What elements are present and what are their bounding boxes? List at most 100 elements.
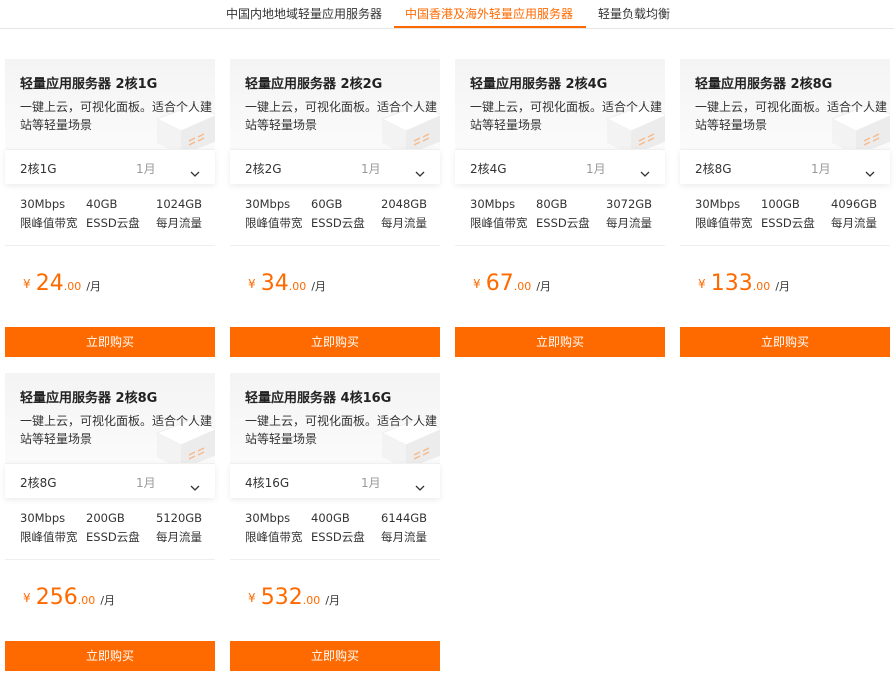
price-unit: /月 — [311, 280, 327, 293]
buy-now-button[interactable]: 立即购买 — [5, 641, 215, 671]
disk-value: 60GB — [311, 197, 343, 211]
price-integer: 532 — [260, 585, 303, 610]
selected-period: 1月 — [811, 162, 831, 176]
spec-traffic: 1024GB 每月流量 — [156, 195, 202, 233]
bandwidth-value: 30Mbps — [20, 197, 66, 211]
tab-mainland[interactable]: 中国内地地域轻量应用服务器 — [226, 5, 382, 22]
product-card: 轻量应用服务器 4核16G 一键上云，可视化面板。适合个人建站等轻量场景 4核16G… — [230, 373, 440, 673]
buy-now-button[interactable]: 立即购买 — [5, 327, 215, 357]
price: ¥ 34.00 /月 — [248, 271, 326, 296]
currency-symbol: ¥ — [23, 277, 31, 291]
card-header: 轻量应用服务器 2核8G 一键上云，可视化面板。适合个人建站等轻量场景 — [5, 373, 215, 463]
product-tabs: 中国内地地域轻量应用服务器 中国香港及海外轻量应用服务器 轻量负载均衡 — [0, 0, 894, 29]
disk-label: ESSD云盘 — [761, 216, 815, 230]
spec-disk: 60GB ESSD云盘 — [311, 195, 365, 233]
selected-spec: 4核16G — [245, 476, 290, 490]
spec-period-select[interactable]: 2核2G 1月 — [230, 149, 440, 184]
bandwidth-label: 限峰值带宽 — [470, 216, 528, 230]
spec-bandwidth: 30Mbps 限峰值带宽 — [20, 509, 78, 547]
spec-period-select[interactable]: 2核8G 1月 — [5, 463, 215, 498]
chevron-down-icon[interactable] — [190, 477, 200, 491]
tab-load-balancer[interactable]: 轻量负载均衡 — [598, 5, 670, 22]
divider — [230, 559, 440, 560]
card-description: 一键上云，可视化面板。适合个人建站等轻量场景 — [245, 100, 438, 132]
currency-symbol: ¥ — [248, 277, 256, 291]
card-header: 轻量应用服务器 2核2G 一键上云，可视化面板。适合个人建站等轻量场景 — [230, 59, 440, 149]
tab-hongkong-overseas[interactable]: 中国香港及海外轻量应用服务器 — [405, 5, 573, 22]
buy-now-button[interactable]: 立即购买 — [230, 327, 440, 357]
chevron-down-icon[interactable] — [190, 163, 200, 177]
card-description: 一键上云，可视化面板。适合个人建站等轻量场景 — [695, 100, 888, 132]
bandwidth-label: 限峰值带宽 — [245, 530, 303, 544]
bandwidth-value: 30Mbps — [470, 197, 516, 211]
divider — [230, 245, 440, 246]
traffic-label: 每月流量 — [381, 530, 427, 544]
currency-symbol: ¥ — [698, 277, 706, 291]
price: ¥ 256.00 /月 — [23, 585, 115, 610]
buy-now-button[interactable]: 立即购买 — [680, 327, 890, 357]
price-unit: /月 — [86, 280, 102, 293]
traffic-label: 每月流量 — [381, 216, 427, 230]
card-title: 轻量应用服务器 2核4G — [470, 77, 608, 92]
buy-now-button[interactable]: 立即购买 — [455, 327, 665, 357]
spec-disk: 200GB ESSD云盘 — [86, 509, 140, 547]
selected-period: 1月 — [361, 162, 381, 176]
traffic-value: 3072GB — [606, 197, 653, 211]
price-decimal: .00 — [63, 280, 82, 293]
spec-period-select[interactable]: 4核16G 1月 — [230, 463, 440, 498]
price: ¥ 133.00 /月 — [698, 271, 790, 296]
selected-spec: 2核4G — [470, 162, 507, 176]
divider — [455, 245, 665, 246]
spec-period-select[interactable]: 2核4G 1月 — [455, 149, 665, 184]
spec-period-select[interactable]: 2核8G 1月 — [680, 149, 890, 184]
spec-bandwidth: 30Mbps 限峰值带宽 — [470, 195, 528, 233]
selected-spec: 2核1G — [20, 162, 57, 176]
traffic-value: 1024GB — [156, 197, 203, 211]
price-decimal: .00 — [513, 280, 532, 293]
bandwidth-label: 限峰值带宽 — [245, 216, 303, 230]
buy-now-button[interactable]: 立即购买 — [230, 641, 440, 671]
price-integer: 24 — [35, 271, 64, 296]
traffic-label: 每月流量 — [831, 216, 877, 230]
disk-label: ESSD云盘 — [311, 530, 365, 544]
active-tab-indicator — [394, 26, 586, 28]
card-title: 轻量应用服务器 4核16G — [245, 391, 392, 406]
price-decimal: .00 — [302, 594, 321, 607]
card-title: 轻量应用服务器 2核8G — [20, 391, 158, 406]
traffic-value: 5120GB — [156, 511, 203, 525]
bandwidth-value: 30Mbps — [245, 511, 291, 525]
spec-period-select[interactable]: 2核1G 1月 — [5, 149, 215, 184]
spec-disk: 100GB ESSD云盘 — [761, 195, 815, 233]
card-title: 轻量应用服务器 2核8G — [695, 77, 833, 92]
bandwidth-label: 限峰值带宽 — [20, 530, 78, 544]
chevron-down-icon[interactable] — [865, 163, 875, 177]
product-card: 轻量应用服务器 2核4G 一键上云，可视化面板。适合个人建站等轻量场景 2核4G 1月… — [455, 59, 665, 359]
bandwidth-label: 限峰值带宽 — [695, 216, 753, 230]
disk-label: ESSD云盘 — [536, 216, 590, 230]
price-decimal: .00 — [77, 594, 96, 607]
currency-symbol: ¥ — [248, 591, 256, 605]
disk-value: 100GB — [761, 197, 800, 211]
disk-label: ESSD云盘 — [86, 530, 140, 544]
chevron-down-icon[interactable] — [415, 163, 425, 177]
chevron-down-icon[interactable] — [640, 163, 650, 177]
selected-period: 1月 — [136, 476, 156, 490]
disk-value: 400GB — [311, 511, 350, 525]
product-card: 轻量应用服务器 2核1G 一键上云，可视化面板。适合个人建站等轻量场景 2核1G 1月… — [5, 59, 215, 359]
currency-symbol: ¥ — [23, 591, 31, 605]
price: ¥ 67.00 /月 — [473, 271, 551, 296]
traffic-value: 2048GB — [381, 197, 428, 211]
disk-value: 40GB — [86, 197, 118, 211]
card-description: 一键上云，可视化面板。适合个人建站等轻量场景 — [20, 100, 213, 132]
price: ¥ 532.00 /月 — [248, 585, 340, 610]
divider — [5, 559, 215, 560]
selected-period: 1月 — [586, 162, 606, 176]
chevron-down-icon[interactable] — [415, 477, 425, 491]
price-unit: /月 — [100, 594, 116, 607]
spec-disk: 80GB ESSD云盘 — [536, 195, 590, 233]
spec-traffic: 6144GB 每月流量 — [381, 509, 427, 547]
price-integer: 133 — [710, 271, 753, 296]
currency-symbol: ¥ — [473, 277, 481, 291]
spec-traffic: 4096GB 每月流量 — [831, 195, 877, 233]
bandwidth-value: 30Mbps — [20, 511, 66, 525]
